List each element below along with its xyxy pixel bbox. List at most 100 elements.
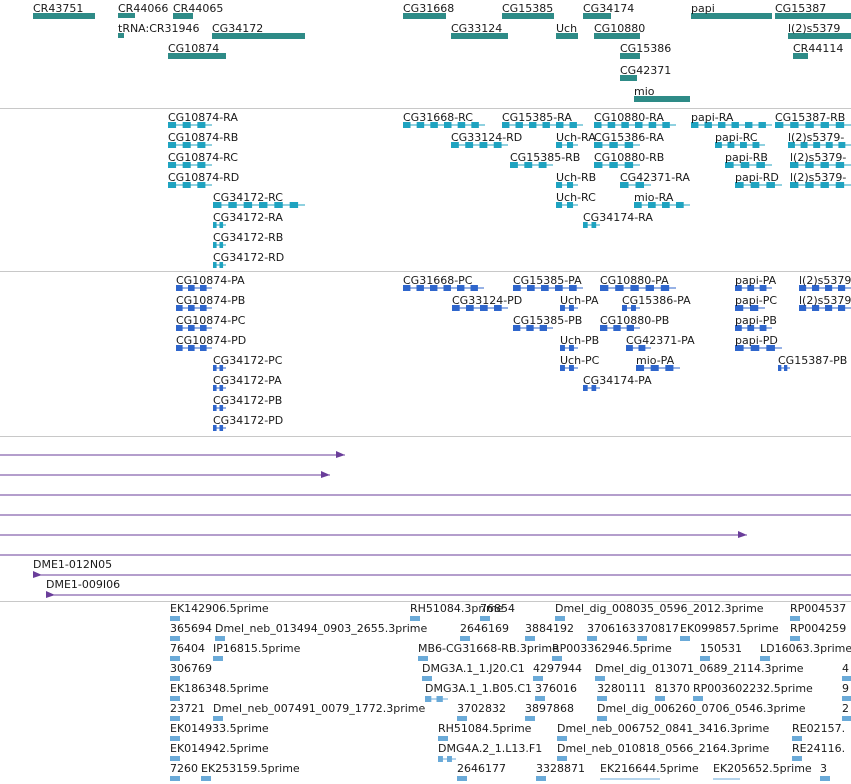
feature-glyph[interactable] [425, 696, 448, 702]
feature-label[interactable]: MB6-CG31668-RB.3prime [418, 642, 559, 655]
feature-label[interactable]: CG10880-PA [600, 274, 669, 287]
feature-label[interactable]: CG34174-PA [583, 374, 652, 387]
feature-label[interactable]: 3706163 [587, 622, 636, 635]
feature-glyph[interactable] [0, 531, 747, 538]
feature-label[interactable]: papi-PA [735, 274, 776, 287]
feature-label[interactable]: 2646177 [457, 762, 506, 775]
feature-label[interactable]: Uch-RC [556, 191, 596, 204]
feature-label[interactable]: 150531 [700, 642, 742, 655]
feature-glyph[interactable] [533, 676, 543, 681]
feature-label[interactable]: CG34174 [583, 2, 634, 15]
feature-label[interactable]: CG34172-PA [213, 374, 282, 387]
feature-label[interactable]: 76404 [170, 642, 205, 655]
feature-label[interactable]: EK216644.5prime [600, 762, 699, 775]
feature-label[interactable]: 9 [842, 682, 849, 695]
feature-label[interactable]: CG15386-RA [594, 131, 664, 144]
feature-label[interactable]: 2646169 [460, 622, 509, 635]
feature-label[interactable]: CG15385-PA [513, 274, 582, 287]
feature-glyph[interactable] [552, 656, 562, 661]
feature-glyph[interactable] [680, 636, 690, 641]
feature-label[interactable]: 3280111 [597, 682, 646, 695]
feature-glyph[interactable] [842, 676, 851, 681]
feature-label[interactable]: CG31668-PC [403, 274, 472, 287]
feature-glyph[interactable] [418, 656, 428, 661]
feature-label[interactable]: CG33124-RD [451, 131, 522, 144]
feature-glyph[interactable] [460, 636, 470, 641]
feature-label[interactable]: RH51084.5prime [438, 722, 531, 735]
feature-label[interactable]: CR44114 [793, 42, 843, 55]
feature-label[interactable]: Dmel_dig_013071_0689_2114.3prime [595, 662, 804, 675]
feature-label[interactable]: l(2)s5379- [790, 151, 846, 164]
feature-label[interactable]: CG15386 [620, 42, 671, 55]
feature-label[interactable]: Dmel_neb_006752_0841_3416.3prime [557, 722, 769, 735]
feature-label[interactable]: CG10880-RA [594, 111, 664, 124]
feature-glyph[interactable] [820, 776, 830, 781]
feature-label[interactable]: CG15385-RB [510, 151, 580, 164]
feature-label[interactable]: CG15385-RA [502, 111, 572, 124]
feature-label[interactable]: 370817 [637, 622, 679, 635]
feature-glyph[interactable] [170, 736, 180, 741]
feature-label[interactable]: RP003362946.5prime [552, 642, 672, 655]
feature-label[interactable]: Uch [556, 22, 577, 35]
feature-label[interactable]: l(2)s5379- [788, 131, 844, 144]
feature-label[interactable]: CG34172-PC [213, 354, 282, 367]
feature-label[interactable]: RE24116. [792, 742, 845, 755]
feature-glyph[interactable] [170, 776, 180, 781]
feature-label[interactable]: 376016 [535, 682, 577, 695]
feature-label[interactable]: EK253159.5prime [201, 762, 300, 775]
feature-glyph[interactable] [438, 756, 456, 762]
feature-glyph[interactable] [170, 756, 180, 761]
feature-label[interactable]: Dmel_neb_010818_0566_2164.3prime [557, 742, 769, 755]
feature-glyph[interactable] [170, 696, 180, 701]
feature-label[interactable]: CG33124-PD [452, 294, 522, 307]
feature-glyph[interactable] [480, 616, 490, 621]
feature-label[interactable]: Uch-RA [556, 131, 596, 144]
feature-label[interactable]: 76854 [480, 602, 515, 615]
feature-label[interactable]: 3328871 [536, 762, 585, 775]
feature-glyph[interactable] [557, 736, 567, 741]
feature-label[interactable]: Uch-PA [560, 294, 599, 307]
feature-label[interactable]: DME1-009I06 [46, 578, 120, 591]
feature-glyph[interactable] [33, 571, 851, 578]
feature-label[interactable]: CG10874-RD [168, 171, 239, 184]
feature-label[interactable]: CG34172-RC [213, 191, 283, 204]
feature-label[interactable]: papi-RA [691, 111, 733, 124]
feature-label[interactable]: CG10874-PD [176, 334, 246, 347]
feature-label[interactable]: CR44065 [173, 2, 223, 15]
feature-label[interactable]: CG10874-PA [176, 274, 245, 287]
feature-label[interactable]: CG10880-RB [594, 151, 664, 164]
feature-glyph[interactable] [0, 451, 345, 458]
feature-label[interactable]: Dmel_dig_006260_0706_0546.3prime [597, 702, 806, 715]
feature-glyph[interactable] [595, 676, 605, 681]
feature-label[interactable]: CG34172-RA [213, 211, 283, 224]
feature-label[interactable]: Dmel_dig_008035_0596_2012.3prime [555, 602, 764, 615]
feature-glyph[interactable] [410, 616, 420, 621]
feature-glyph[interactable] [170, 636, 180, 641]
feature-label[interactable]: CG15387-RB [775, 111, 845, 124]
feature-label[interactable]: 3897868 [525, 702, 574, 715]
feature-label[interactable]: l(2)s5379- [790, 171, 846, 184]
feature-glyph[interactable] [213, 656, 223, 661]
feature-label[interactable]: 23721 [170, 702, 205, 715]
feature-label[interactable]: EK205652.5prime [713, 762, 812, 775]
feature-glyph[interactable] [46, 591, 851, 598]
feature-label[interactable]: CG31668 [403, 2, 454, 15]
feature-label[interactable]: DMG4A.2_1.L13.F1 [438, 742, 542, 755]
feature-label[interactable]: Dmel_neb_007491_0079_1772.3prime [213, 702, 425, 715]
feature-label[interactable]: l(2)s5379 [799, 294, 851, 307]
feature-label[interactable]: DMG3A.1_1.J20.C1 [422, 662, 525, 675]
feature-label[interactable]: CG10874-PC [176, 314, 245, 327]
feature-label[interactable]: 81370 [655, 682, 690, 695]
feature-label[interactable]: CG42371-RA [620, 171, 690, 184]
feature-label[interactable]: CG15385-PB [513, 314, 582, 327]
feature-label[interactable]: DME1-012N05 [33, 558, 112, 571]
feature-glyph[interactable] [201, 776, 211, 781]
feature-glyph[interactable] [0, 471, 330, 478]
feature-label[interactable]: 4 [842, 662, 849, 675]
feature-label[interactable]: CG10874-RC [168, 151, 238, 164]
feature-label[interactable]: 306769 [170, 662, 212, 675]
feature-label[interactable]: papi-RC [715, 131, 758, 144]
feature-label[interactable]: l(2)s5379 [799, 274, 851, 287]
feature-label[interactable]: CR43751 [33, 2, 83, 15]
feature-label[interactable]: Uch-RB [556, 171, 596, 184]
